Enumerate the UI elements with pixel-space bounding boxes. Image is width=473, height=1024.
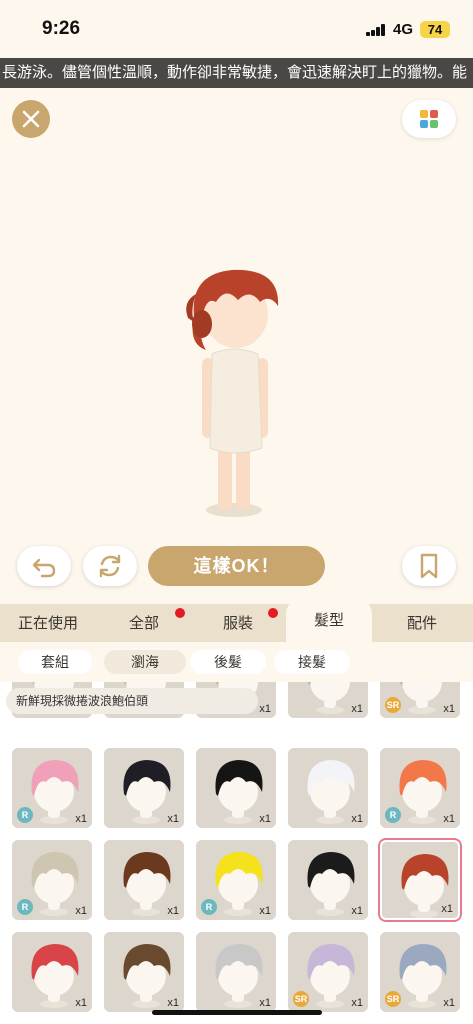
marquee-text: 長游泳。儘管個性溫順，動作卻非常敏捷，會迅速解決盯上的獵物。能 — [2, 64, 468, 81]
rarity-badge: SR — [385, 697, 401, 713]
item-count: x1 — [75, 813, 87, 825]
hair-item-tile[interactable]: SR x1 — [380, 682, 460, 718]
notification-dot — [175, 608, 185, 618]
refresh-icon — [99, 554, 121, 578]
undo-button[interactable] — [17, 546, 71, 586]
item-count: x1 — [351, 813, 363, 825]
tab-accessories[interactable]: 配件 — [378, 604, 466, 642]
category-tab-bar: 正在使用 全部 服裝 髮型 配件 — [0, 598, 473, 642]
confirm-ok-button[interactable]: 這樣OK！ — [148, 546, 325, 586]
item-count: x1 — [443, 813, 455, 825]
bookmark-button[interactable] — [402, 546, 456, 586]
hair-item-tile[interactable]: x1 — [196, 748, 276, 828]
hair-item-tile[interactable]: SR x1 — [380, 932, 460, 1012]
filter-tag[interactable]: 新鮮現採微捲波浪鮑伯頭 — [6, 688, 258, 714]
status-bar: 9:26 4G 74 — [0, 0, 473, 58]
tab-in-use[interactable]: 正在使用 — [4, 604, 92, 642]
rarity-badge: SR — [293, 991, 309, 1007]
item-count: x1 — [259, 703, 271, 715]
hair-item-tile[interactable]: Rx1 — [12, 748, 92, 828]
hair-item-tile[interactable]: Rx1 — [12, 840, 92, 920]
rarity-badge: R — [17, 807, 33, 823]
hair-item-tile[interactable]: Rx1 — [380, 748, 460, 828]
hair-item-tile[interactable]: SR x1 — [288, 932, 368, 1012]
item-count: x1 — [167, 997, 179, 1009]
rarity-badge: R — [385, 807, 401, 823]
bookmark-icon — [420, 553, 438, 579]
hair-item-tile[interactable]: x1 — [12, 932, 92, 1012]
hair-item-tile[interactable]: x1 — [104, 840, 184, 920]
item-count: x1 — [259, 905, 271, 917]
item-count: x1 — [167, 813, 179, 825]
hair-item-tile[interactable]: x1 — [288, 748, 368, 828]
wardrobe-button[interactable] — [402, 100, 456, 138]
subtab-bangs[interactable]: 瀏海 — [104, 650, 186, 674]
subtab-back-hair[interactable]: 後髮 — [190, 650, 266, 674]
tab-hairstyle[interactable]: 髮型 — [286, 598, 372, 642]
refresh-button[interactable] — [83, 546, 137, 586]
hair-item-tile[interactable]: x1 — [196, 932, 276, 1012]
item-count: x1 — [259, 813, 271, 825]
hair-item-tile[interactable]: x1 — [104, 748, 184, 828]
home-indicator — [152, 1010, 322, 1015]
hair-item-tile[interactable]: x1 — [378, 838, 462, 922]
status-time: 9:26 — [42, 18, 81, 39]
sub-tab-bar: 套組 瀏海 後髮 接髮 — [0, 642, 473, 682]
story-marquee: 長游泳。儘管個性溫順，動作卻非常敏捷，會迅速解決盯上的獵物。能 — [0, 58, 473, 88]
close-button[interactable] — [12, 100, 50, 138]
notification-dot — [268, 608, 278, 618]
grid-icon — [420, 110, 438, 128]
avatar-character — [186, 269, 279, 517]
hair-item-tile[interactable]: x1 — [104, 932, 184, 1012]
hair-item-tile[interactable]: x1 — [288, 840, 368, 920]
item-count: x1 — [441, 903, 453, 915]
item-count: x1 — [259, 997, 271, 1009]
rarity-badge: R — [17, 899, 33, 915]
rarity-badge: SR — [385, 991, 401, 1007]
undo-icon — [32, 558, 56, 578]
close-icon — [22, 110, 40, 128]
hair-item-tile[interactable]: x1 — [288, 682, 368, 718]
subtab-extension[interactable]: 接髮 — [274, 650, 350, 674]
item-count: x1 — [351, 997, 363, 1009]
item-count: x1 — [443, 997, 455, 1009]
item-count: x1 — [75, 997, 87, 1009]
item-count: x1 — [351, 905, 363, 917]
item-count: x1 — [167, 905, 179, 917]
hair-item-tile[interactable]: Rx1 — [196, 840, 276, 920]
item-count: x1 — [443, 703, 455, 715]
item-count: x1 — [75, 905, 87, 917]
item-grid: 新鮮現採微捲波浪鮑伯頭 x1SRx1x1x1SRx1Rx1x1x1x1Rx1Rx… — [0, 682, 473, 1024]
battery-icon: 74 — [420, 21, 450, 38]
rarity-badge: R — [201, 899, 217, 915]
item-count: x1 — [351, 703, 363, 715]
signal-icon — [366, 24, 386, 36]
network-label: 4G — [393, 21, 414, 38]
subtab-set[interactable]: 套組 — [18, 650, 92, 674]
